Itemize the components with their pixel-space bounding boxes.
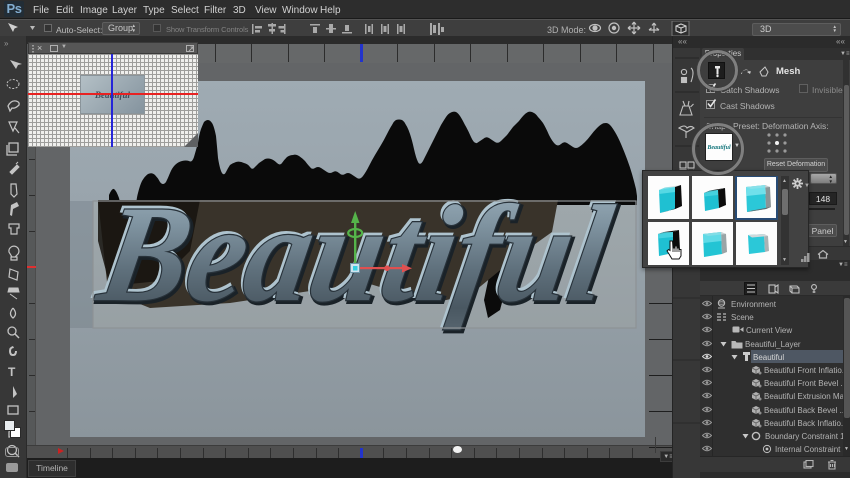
svg-text:»: » bbox=[4, 39, 9, 48]
svg-text:T: T bbox=[8, 365, 16, 379]
